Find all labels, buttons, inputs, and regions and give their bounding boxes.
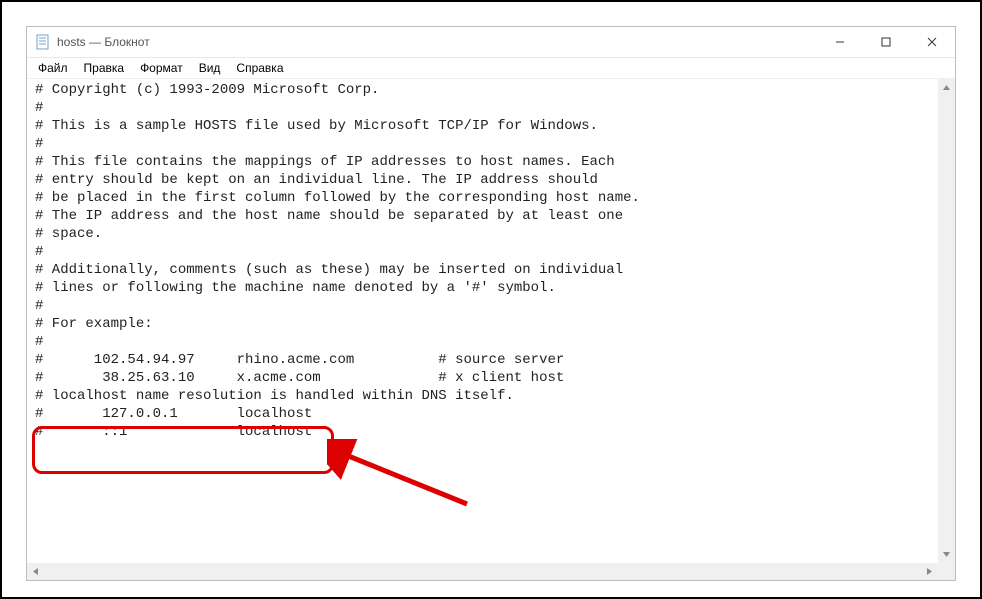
titlebar: hosts — Блокнот (27, 27, 955, 58)
scroll-up-icon[interactable] (938, 79, 955, 96)
scroll-down-icon[interactable] (938, 546, 955, 563)
minimize-button[interactable] (817, 27, 863, 57)
horizontal-scrollbar[interactable] (27, 563, 938, 580)
text-editor[interactable]: # Copyright (c) 1993-2009 Microsoft Corp… (27, 79, 938, 563)
window-title: hosts — Блокнот (57, 35, 150, 49)
menu-help[interactable]: Справка (229, 60, 290, 76)
vertical-scrollbar[interactable] (938, 79, 955, 563)
editor-area: # Copyright (c) 1993-2009 Microsoft Corp… (27, 79, 955, 580)
notepad-icon (35, 34, 51, 50)
maximize-button[interactable] (863, 27, 909, 57)
scroll-right-icon[interactable] (921, 563, 938, 580)
notepad-window: hosts — Блокнот Файл Правка Формат Вид С… (26, 26, 956, 581)
menu-edit[interactable]: Правка (77, 60, 132, 76)
menu-file[interactable]: Файл (31, 60, 75, 76)
menu-view[interactable]: Вид (192, 60, 228, 76)
menubar: Файл Правка Формат Вид Справка (27, 58, 955, 79)
scroll-corner (938, 563, 955, 580)
scroll-left-icon[interactable] (27, 563, 44, 580)
menu-format[interactable]: Формат (133, 60, 190, 76)
close-button[interactable] (909, 27, 955, 57)
